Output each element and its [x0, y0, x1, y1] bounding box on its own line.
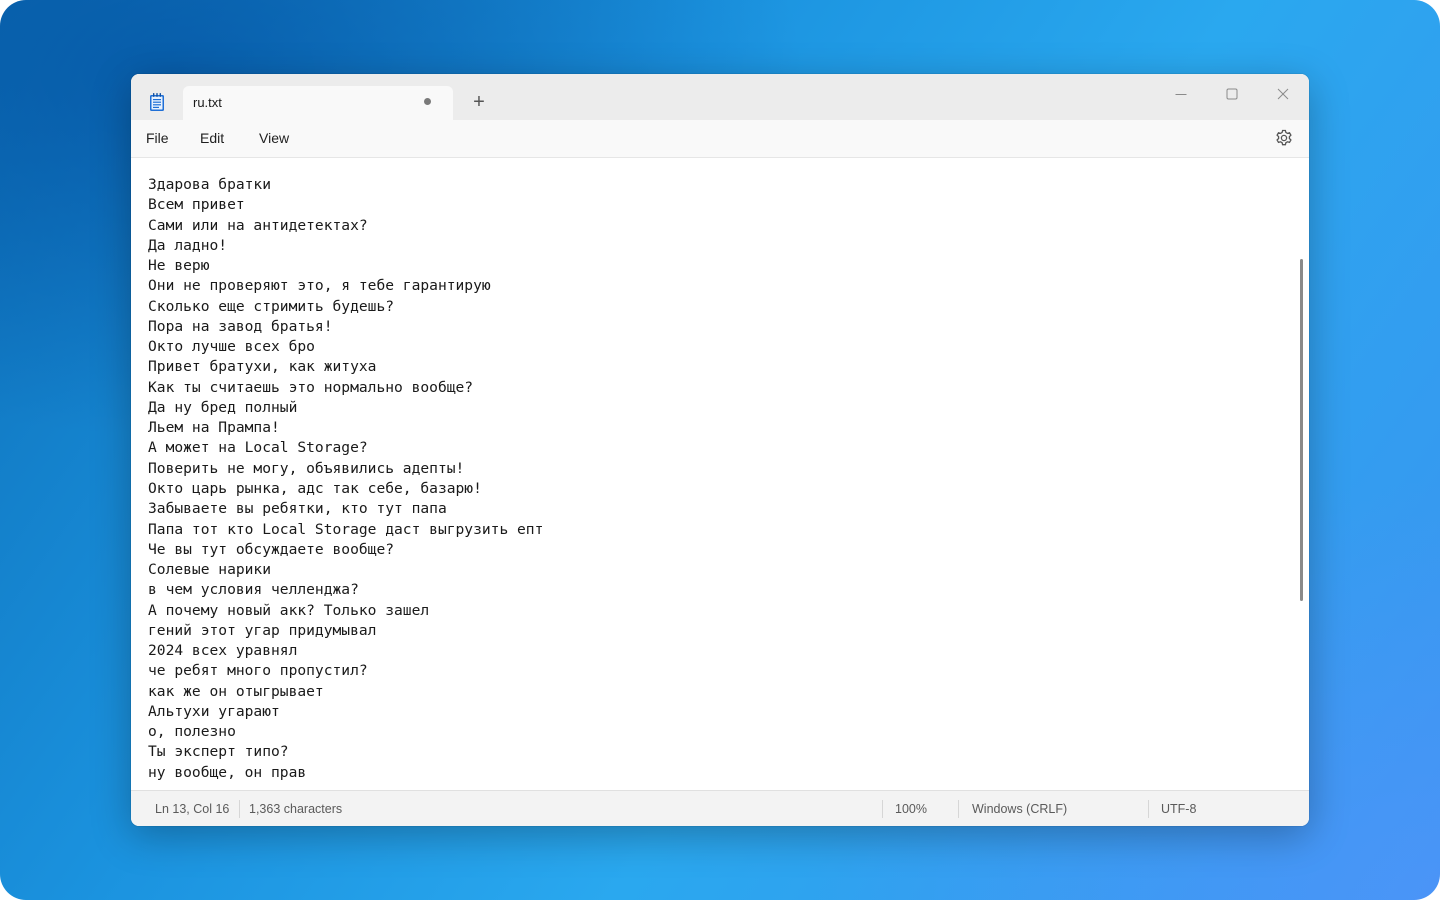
text-line[interactable]: о, полезно — [148, 722, 543, 742]
close-button[interactable] — [1263, 80, 1303, 108]
status-divider — [1148, 800, 1149, 818]
menu-view[interactable]: View — [259, 130, 289, 146]
zoom-level[interactable]: 100% — [895, 802, 927, 816]
text-line[interactable]: Окто лучше всех бро — [148, 337, 543, 357]
text-line[interactable]: в чем условия челленджа? — [148, 580, 543, 600]
text-line[interactable]: ну вообще, он прав — [148, 763, 543, 783]
status-bar: Ln 13, Col 16 1,363 characters 100% Wind… — [131, 790, 1309, 826]
text-line[interactable]: Солевые нарики — [148, 560, 543, 580]
notepad-icon — [149, 92, 165, 112]
text-line[interactable]: че ребят много пропустил? — [148, 661, 543, 681]
text-line[interactable]: гений этот угар придумывал — [148, 621, 543, 641]
text-line[interactable]: Да ну бред полный — [148, 398, 543, 418]
text-editor-area[interactable]: Здарова братки Всем привет Сами или на ант… — [131, 158, 1309, 790]
text-line[interactable]: Пора на завод братья! — [148, 317, 543, 337]
close-icon — [1277, 88, 1289, 100]
text-line[interactable]: Здарова братки — [148, 175, 543, 195]
text-content[interactable]: Здарова братки Всем привет Сами или на ант… — [148, 175, 543, 783]
text-line[interactable]: Папа тот кто Local Storage даст выгрузит… — [148, 520, 543, 540]
menu-bar: File Edit View — [131, 120, 1309, 158]
maximize-icon — [1226, 88, 1238, 100]
character-count: 1,363 characters — [249, 802, 343, 816]
settings-gear-icon[interactable] — [1274, 128, 1294, 148]
notepad-window: ru.txt + File Edit View Здарова братки В… — [131, 74, 1309, 826]
text-line[interactable]: Как ты считаешь это нормально вообще? — [148, 378, 543, 398]
text-line[interactable]: Всем привет — [148, 195, 543, 215]
text-line[interactable]: Привет братухи, как житуха — [148, 357, 543, 377]
menu-edit[interactable]: Edit — [200, 130, 224, 146]
text-line[interactable]: Льем на Прампа! — [148, 418, 543, 438]
text-line[interactable]: Не верю — [148, 256, 543, 276]
text-line[interactable]: Сами или на антидетектах? — [148, 216, 543, 236]
text-line[interactable]: Поверить не могу, объявились адепты! — [148, 459, 543, 479]
maximize-button[interactable] — [1212, 80, 1252, 108]
menu-file[interactable]: File — [146, 130, 169, 146]
status-divider — [239, 800, 240, 818]
text-line[interactable]: Окто царь рынка, адс так себе, базарю! — [148, 479, 543, 499]
text-line[interactable]: Забываете вы ребятки, кто тут папа — [148, 499, 543, 519]
text-line[interactable]: А почему новый акк? Только зашел — [148, 601, 543, 621]
text-line[interactable]: Альтухи угарают — [148, 702, 543, 722]
text-line[interactable]: Че вы тут обсуждаете вообще? — [148, 540, 543, 560]
text-line[interactable]: как же он отыгрывает — [148, 682, 543, 702]
minimize-icon — [1175, 94, 1187, 95]
tab-ru-txt[interactable]: ru.txt — [183, 86, 453, 120]
minimize-button[interactable] — [1161, 80, 1201, 108]
vertical-scrollbar[interactable] — [1300, 259, 1303, 601]
unsaved-indicator-icon[interactable] — [424, 98, 431, 105]
text-line[interactable]: Они не проверяют это, я тебе гарантирую — [148, 276, 543, 296]
new-tab-button[interactable]: + — [464, 91, 494, 115]
encoding[interactable]: UTF-8 — [1161, 802, 1196, 816]
cursor-position[interactable]: Ln 13, Col 16 — [155, 802, 229, 816]
text-line[interactable]: Да ладно! — [148, 236, 543, 256]
tab-title: ru.txt — [193, 95, 222, 110]
line-ending[interactable]: Windows (CRLF) — [972, 802, 1067, 816]
text-line[interactable]: Сколько еще стримить будешь? — [148, 297, 543, 317]
text-line[interactable]: А может на Local Storage? — [148, 438, 543, 458]
desktop-background: ru.txt + File Edit View Здарова братки В… — [0, 0, 1440, 900]
text-line[interactable]: 2024 всех уравнял — [148, 641, 543, 661]
text-line[interactable]: Ты эксперт типо? — [148, 742, 543, 762]
status-divider — [882, 800, 883, 818]
title-bar: ru.txt + — [131, 74, 1309, 120]
status-divider — [958, 800, 959, 818]
